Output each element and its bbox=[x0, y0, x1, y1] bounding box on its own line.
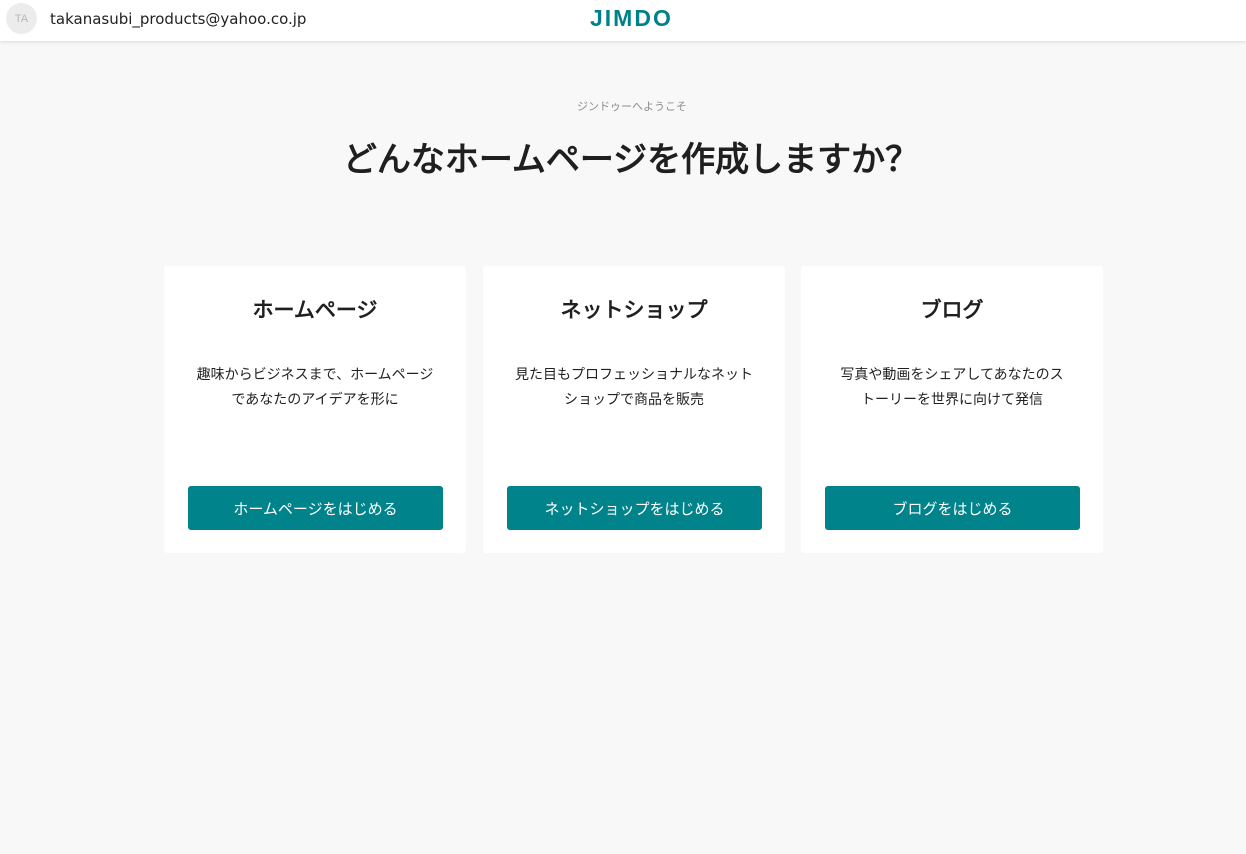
card-online-shop: ネットショップ 見た目もプロフェッショナルなネット ショップで商品を販売 ネット… bbox=[483, 266, 785, 553]
card-homepage: ホームページ 趣味からビジネスまで、ホームページ であなたのアイデアを形に ホー… bbox=[164, 266, 466, 553]
top-bar: TA takanasubi_products@yahoo.co.jp JIMDO bbox=[0, 0, 1246, 41]
card-title: ネットショップ bbox=[560, 298, 708, 322]
card-description: 見た目もプロフェッショナルなネット ショップで商品を販売 bbox=[503, 363, 765, 413]
card-blog: ブログ 写真や動画をシェアしてあなたのス トーリーを世界に向けて発信 ブログをは… bbox=[801, 266, 1103, 553]
card-description-line: 趣味からビジネスまで、ホームページ bbox=[196, 367, 434, 383]
account-menu[interactable]: TA takanasubi_products@yahoo.co.jp bbox=[6, 3, 306, 34]
start-homepage-button[interactable]: ホームページをはじめる bbox=[188, 486, 443, 530]
card-description-line: ショップで商品を販売 bbox=[564, 392, 704, 408]
card-title: ブログ bbox=[920, 298, 984, 322]
avatar[interactable]: TA bbox=[6, 3, 37, 34]
start-online-shop-button[interactable]: ネットショップをはじめる bbox=[507, 486, 762, 530]
card-description: 写真や動画をシェアしてあなたのス トーリーを世界に向けて発信 bbox=[821, 363, 1083, 413]
welcome-text: ジンドゥーへようこそ bbox=[577, 100, 687, 113]
account-email[interactable]: takanasubi_products@yahoo.co.jp bbox=[50, 10, 306, 28]
card-description-line: であなたのアイデアを形に bbox=[231, 392, 399, 408]
jimdo-logo[interactable]: JIMDO bbox=[590, 5, 673, 32]
card-description-line: 見た目もプロフェッショナルなネット bbox=[515, 367, 753, 383]
start-blog-button[interactable]: ブログをはじめる bbox=[825, 486, 1080, 530]
page-title: どんなホームページを作成しますか？ bbox=[342, 140, 920, 180]
card-title: ホームページ bbox=[252, 298, 378, 322]
card-description: 趣味からビジネスまで、ホームページ であなたのアイデアを形に bbox=[184, 363, 446, 413]
card-description-line: 写真や動画をシェアしてあなたのス bbox=[840, 367, 1064, 383]
card-description-line: トーリーを世界に向けて発信 bbox=[861, 392, 1043, 408]
